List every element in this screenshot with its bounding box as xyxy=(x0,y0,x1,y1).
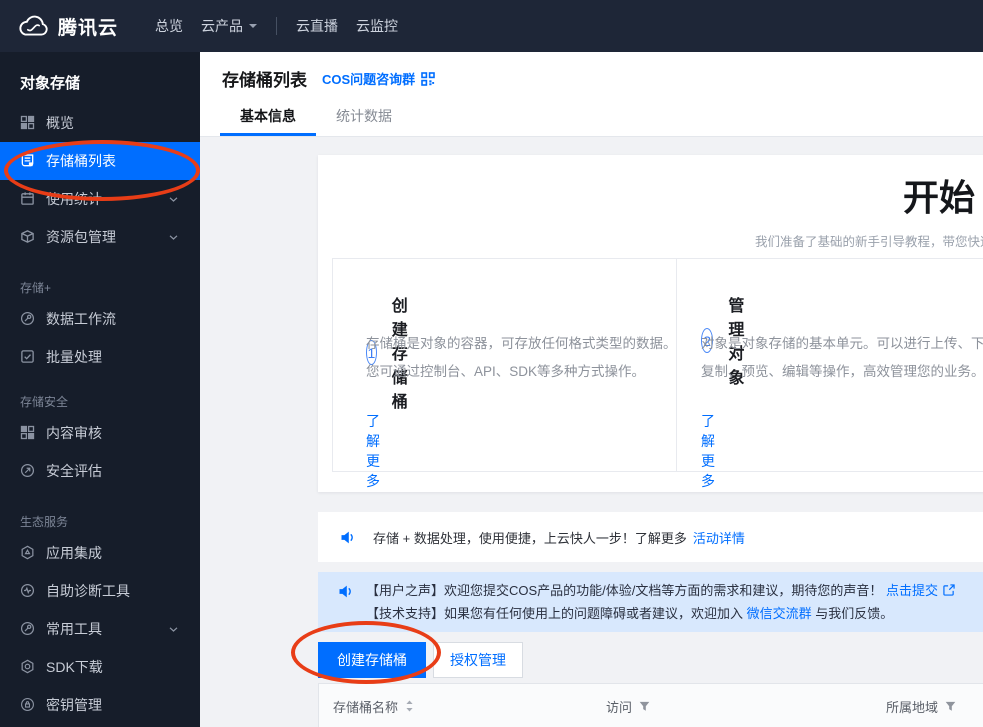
overview-grid-icon xyxy=(20,115,36,131)
notice-text: 【用户之声】欢迎您提交COS产品的功能/体验/文档等方面的需求和建议，期待您的声… xyxy=(366,580,955,625)
gauge-icon xyxy=(20,463,36,479)
learn-more-link[interactable]: 了解更多 xyxy=(701,411,715,491)
sort-icon[interactable] xyxy=(405,700,414,712)
topnav: 总览 云产品 云直播 云监控 xyxy=(146,16,407,36)
sidebar-item-batch-processing[interactable]: 批量处理 xyxy=(0,338,200,376)
step-description: 存储桶是对象的容器，可存放任何格式类型的数据。 您可通过控制台、API、SDK等… xyxy=(366,336,677,379)
page-header: 存储桶列表 COS问题咨询群 基本信息 统计数据 xyxy=(200,52,983,137)
topbar: 腾讯云 总览 云产品 云直播 云监控 xyxy=(0,0,983,52)
sidebar-item-overview[interactable]: 概览 xyxy=(0,104,200,142)
create-bucket-button[interactable]: 创建存储桶 xyxy=(318,642,426,678)
hexagon-icon xyxy=(20,545,36,561)
promo-activity-link[interactable]: 活动详情 xyxy=(693,528,745,547)
sidebar-item-common-tools[interactable]: 常用工具 xyxy=(0,610,200,648)
sidebar-section-eco-services: 生态服务 xyxy=(20,515,69,529)
guide-title: 开始 xyxy=(903,177,976,218)
steps-box: 1 创建存储桶 存储桶是对象的容器，可存放任何格式类型的数据。 您可通过控制台、… xyxy=(332,258,983,489)
sidebar-item-self-diagnosis[interactable]: 自助诊断工具 xyxy=(0,572,200,610)
sdk-icon xyxy=(20,659,36,675)
tencent-cloud-logo-icon xyxy=(16,15,50,38)
notice-line-2: 【技术支持】如果您有任何使用上的问题障碍或者建议，欢迎加入 微信交流群 与我们反… xyxy=(366,606,894,621)
chevron-down-icon xyxy=(169,234,178,240)
sidebar-item-key-management[interactable]: 密钥管理 xyxy=(0,686,200,724)
nav-divider xyxy=(276,17,278,35)
sidebar: 对象存储 概览 存储桶列表 使用统计 资源包管理 存储+ 数据工作流 批量处理 … xyxy=(0,52,200,727)
notice-banner: 【用户之声】欢迎您提交COS产品的功能/体验/文档等方面的需求和建议，期待您的声… xyxy=(318,572,983,632)
consult-group-link[interactable]: COS问题咨询群 xyxy=(322,69,435,88)
external-link-icon xyxy=(943,581,955,603)
calendar-icon xyxy=(20,191,36,207)
authorize-button[interactable]: 授权管理 xyxy=(433,642,523,678)
sidebar-item-bucket-list[interactable]: 存储桶列表 xyxy=(0,142,200,180)
workflow-icon xyxy=(20,311,36,327)
bucket-list-icon xyxy=(20,153,36,169)
column-region[interactable]: 所属地域 xyxy=(886,684,956,727)
checkbox-icon xyxy=(20,349,36,365)
sidebar-item-content-audit[interactable]: 内容审核 xyxy=(0,414,200,452)
promo-text: 存储 + 数据处理，使用便捷，上云快人一步！了解更多 xyxy=(373,530,687,546)
wrench-icon xyxy=(20,621,36,637)
brand[interactable]: 腾讯云 xyxy=(16,13,118,40)
main-content: 开始 我们准备了基础的新手引导教程，带您快速 1 创建存储桶 存储桶是对象的容器… xyxy=(200,137,983,727)
submit-feedback-link[interactable]: 点击提交 xyxy=(886,583,938,598)
audit-grid-icon xyxy=(20,425,36,441)
guide-subtitle: 我们准备了基础的新手引导教程，带您快速 xyxy=(755,235,983,249)
promo-banner: 存储 + 数据处理，使用便捷，上云快人一步！了解更多 活动详情 xyxy=(318,512,983,562)
filter-icon[interactable] xyxy=(639,701,650,712)
nav-item-cloud-monitor[interactable]: 云监控 xyxy=(356,16,398,36)
sidebar-item-sdk-download[interactable]: SDK下载 xyxy=(0,648,200,686)
megaphone-icon xyxy=(338,584,355,604)
sidebar-menu: 概览 存储桶列表 使用统计 资源包管理 存储+ 数据工作流 批量处理 存储安全 … xyxy=(0,104,200,724)
cos-console-page: 腾讯云 总览 云产品 云直播 云监控 对象存储 概览 存储桶列表 使用统计 资源… xyxy=(0,0,983,727)
column-access[interactable]: 访问 xyxy=(606,684,650,727)
product-title: 对象存储 xyxy=(20,75,81,92)
chevron-down-icon xyxy=(169,626,178,632)
sidebar-item-data-workflow[interactable]: 数据工作流 xyxy=(0,300,200,338)
sidebar-section-storage-plus: 存储+ xyxy=(20,281,52,295)
chevron-down-icon xyxy=(249,24,258,32)
chevron-down-icon xyxy=(169,196,178,202)
nav-item-live-streaming[interactable]: 云直播 xyxy=(296,16,338,36)
tab-basic-info[interactable]: 基本信息 xyxy=(220,100,316,136)
package-icon xyxy=(20,229,36,245)
column-bucket-name[interactable]: 存储桶名称 xyxy=(333,684,414,727)
learn-more-link[interactable]: 了解更多 xyxy=(366,411,380,491)
tab-bar: 基本信息 统计数据 xyxy=(220,100,412,136)
sidebar-item-security-assessment[interactable]: 安全评估 xyxy=(0,452,200,490)
sidebar-section-storage-security: 存储安全 xyxy=(20,395,69,409)
lock-icon xyxy=(20,697,36,713)
sidebar-item-resource-packages[interactable]: 资源包管理 xyxy=(0,218,200,256)
sidebar-item-usage-stats[interactable]: 使用统计 xyxy=(0,180,200,218)
tab-statistics[interactable]: 统计数据 xyxy=(316,100,412,136)
filter-icon[interactable] xyxy=(945,701,956,712)
wechat-group-link[interactable]: 微信交流群 xyxy=(747,606,812,621)
notice-line-1: 【用户之声】欢迎您提交COS产品的功能/体验/文档等方面的需求和建议，期待您的声… xyxy=(366,580,955,603)
nav-item-cloud-products[interactable]: 云产品 xyxy=(201,16,258,36)
nav-item-overview[interactable]: 总览 xyxy=(155,16,183,36)
bucket-table-header: 存储桶名称 访问 所属地域 xyxy=(318,683,983,727)
qr-code-icon xyxy=(421,71,435,86)
brand-name: 腾讯云 xyxy=(58,17,119,39)
step-description: 对象是对象存储的基本单元。可以进行上传、下载、 复制、预览、编辑等操作，高效管理… xyxy=(701,336,983,379)
guide-panel: 开始 我们准备了基础的新手引导教程，带您快速 1 创建存储桶 存储桶是对象的容器… xyxy=(318,155,983,492)
megaphone-icon xyxy=(340,530,357,545)
sidebar-item-app-integration[interactable]: 应用集成 xyxy=(0,534,200,572)
page-title: 存储桶列表 xyxy=(222,71,307,90)
pulse-icon xyxy=(20,583,36,599)
